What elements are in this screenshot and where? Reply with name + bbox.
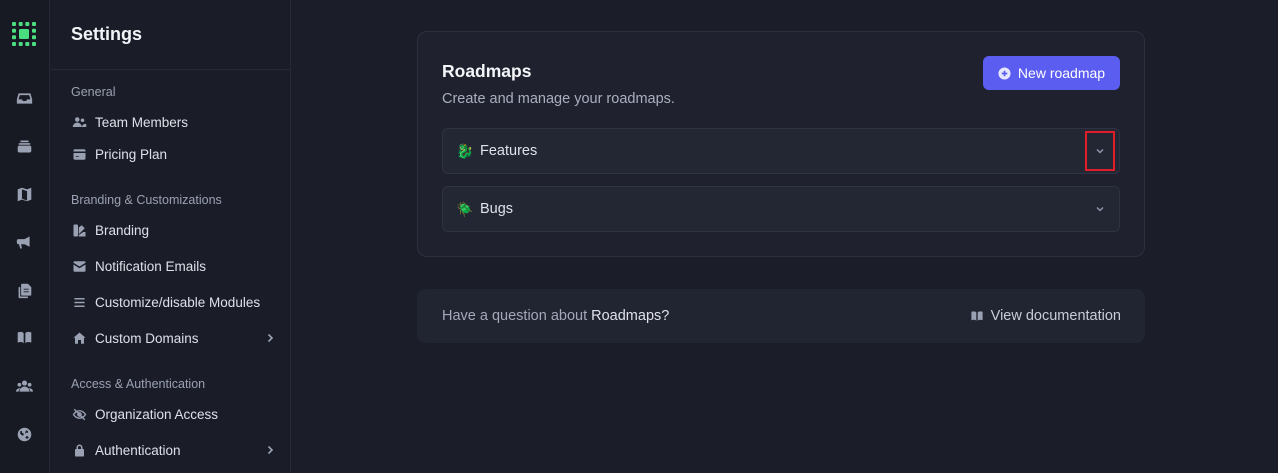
help-question-topic: Roadmaps?	[591, 308, 670, 324]
book-icon[interactable]	[15, 328, 33, 346]
megaphone-icon[interactable]	[15, 233, 33, 251]
chevron-right-icon	[267, 333, 274, 343]
help-banner: Have a question about Roadmaps? View doc…	[417, 289, 1145, 343]
chevron-down-icon	[1096, 148, 1104, 154]
card-title: Roadmaps	[442, 61, 532, 81]
sidebar-item-customize-modules[interactable]: Customize/disable Modules	[71, 290, 276, 314]
card-subtitle: Create and manage your roadmaps.	[442, 91, 675, 107]
sidebar-item-branding[interactable]: Branding	[71, 218, 276, 242]
sidebar-item-notification-emails[interactable]: Notification Emails	[71, 254, 276, 278]
documents-icon[interactable]	[15, 281, 33, 299]
sidebar-item-label: Organization Access	[95, 406, 219, 422]
sidebar-item-authentication[interactable]: Authentication	[71, 438, 276, 462]
layers-icon[interactable]	[15, 137, 33, 155]
roadmaps-card: Roadmaps Create and manage your roadmaps…	[417, 31, 1145, 257]
chevron-down-icon	[1096, 206, 1104, 212]
settings-sidebar: Settings General Team Members Pricing Pl…	[51, 0, 291, 473]
new-roadmap-button[interactable]: New roadmap	[983, 56, 1120, 90]
roadmap-name: Features	[480, 143, 538, 159]
lock-icon	[71, 442, 87, 458]
roadmap-row-bugs[interactable]: 🪲 Bugs	[442, 186, 1120, 232]
dragon-emoji: 🐉	[456, 142, 474, 159]
new-roadmap-label: New roadmap	[1017, 65, 1106, 81]
sidebar-item-label: Notification Emails	[95, 258, 207, 274]
roadmap-name: Bugs	[480, 201, 514, 217]
team-members-icon	[71, 114, 87, 130]
beetle-emoji: 🪲	[456, 200, 474, 217]
section-label-access: Access & Authentication	[71, 377, 206, 391]
mail-icon	[71, 258, 87, 274]
sidebar-divider	[51, 69, 290, 70]
sidebar-item-label: Custom Domains	[95, 330, 199, 346]
view-documentation-label: View documentation	[990, 308, 1121, 324]
globe-icon[interactable]	[15, 425, 33, 443]
icon-rail	[0, 0, 50, 473]
sidebar-item-custom-domains[interactable]: Custom Domains	[71, 326, 276, 350]
chevron-right-icon	[267, 445, 274, 455]
sidebar-item-organization-access[interactable]: Organization Access	[71, 402, 276, 426]
credit-card-icon	[71, 146, 87, 162]
sidebar-item-label: Team Members	[95, 114, 189, 130]
plus-circle-icon	[998, 66, 1011, 80]
expand-bugs-button[interactable]	[1085, 189, 1115, 229]
home-icon	[71, 330, 87, 346]
expand-features-button[interactable]	[1085, 131, 1115, 171]
sidebar-item-label: Authentication	[95, 442, 181, 458]
book-open-icon	[971, 311, 983, 321]
inbox-icon[interactable]	[15, 89, 33, 107]
users-icon[interactable]	[15, 377, 33, 395]
help-question-prefix: Have a question about	[442, 308, 592, 324]
sidebar-title: Settings	[71, 24, 143, 44]
map-icon[interactable]	[15, 185, 33, 203]
list-icon	[71, 294, 87, 310]
sidebar-item-team-members[interactable]: Team Members	[71, 110, 276, 134]
sidebar-item-label: Branding	[95, 222, 150, 238]
section-label-branding: Branding & Customizations	[71, 193, 222, 207]
section-label-general: General	[71, 85, 116, 99]
swatch-icon	[71, 222, 87, 238]
logo-icon[interactable]	[12, 22, 36, 46]
sidebar-item-label: Pricing Plan	[95, 146, 168, 162]
sidebar-item-label: Customize/disable Modules	[95, 294, 261, 310]
roadmap-row-features[interactable]: 🐉 Features	[442, 128, 1120, 174]
sidebar-item-pricing-plan[interactable]: Pricing Plan	[71, 142, 276, 166]
view-documentation-link[interactable]: View documentation	[970, 308, 1121, 324]
help-question: Have a question about Roadmaps?	[442, 308, 669, 324]
eye-slash-icon	[71, 406, 87, 422]
